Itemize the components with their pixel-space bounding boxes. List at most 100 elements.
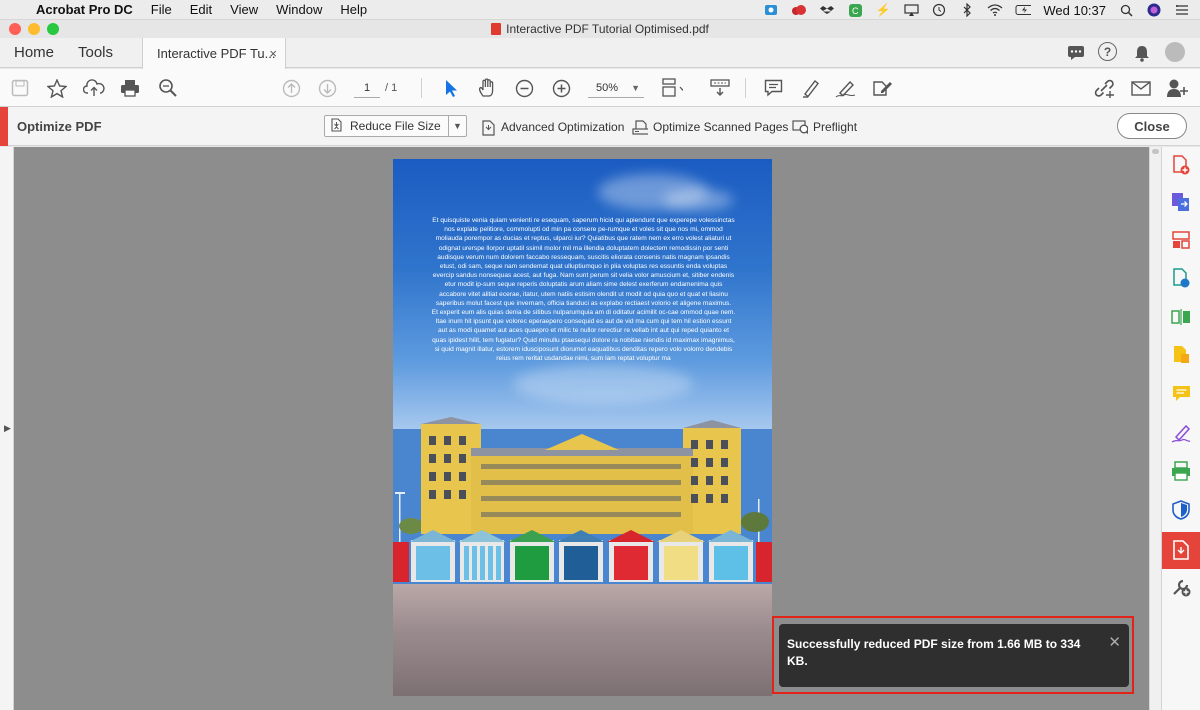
left-navigation-pane[interactable]: ▶ [0,147,14,710]
fill-sign-icon[interactable] [835,77,857,99]
time-machine-icon[interactable] [931,3,947,17]
avatar[interactable] [1165,42,1185,62]
menu-view[interactable]: View [230,2,258,17]
window-titlebar: Interactive PDF Tutorial Optimised.pdf [0,20,1200,38]
optimize-pdf-icon[interactable] [1171,540,1191,560]
expand-pane-icon[interactable]: ▶ [4,423,11,434]
combine-files-icon[interactable] [1171,345,1191,365]
macos-menubar: Acrobat Pro DC File Edit View Window Hel… [0,0,1200,20]
share-link-icon[interactable] [1093,77,1115,99]
screenshot-app-icon[interactable] [763,3,779,17]
dropbox-icon[interactable] [819,3,835,17]
next-page-icon[interactable] [316,77,338,99]
reduce-file-size-button[interactable]: Reduce File Size ▼ [324,115,467,137]
paragraph: Et quisquiste venia quiam venienti re es… [432,217,735,307]
spotlight-search-icon[interactable] [1118,3,1134,17]
previous-page-icon[interactable] [280,77,302,99]
print-icon[interactable] [119,77,141,99]
menu-help[interactable]: Help [340,2,367,17]
more-tools-icon[interactable] [1171,577,1191,597]
reduce-file-size-label: Reduce File Size [350,119,441,133]
toast-message: Successfully reduced PDF size from 1.66 … [787,637,1081,668]
advanced-optimization-icon [480,119,496,136]
bookmark-star-icon[interactable] [46,77,68,99]
enhance-scans-icon[interactable] [1171,268,1191,288]
menu-file[interactable]: File [151,2,172,17]
save-icon[interactable] [9,77,31,99]
toolbar-divider [745,78,746,98]
wifi-icon[interactable] [987,3,1003,17]
protect-shield-icon[interactable] [1171,500,1191,520]
advanced-optimization-label: Advanced Optimization [501,120,625,134]
toolbar-divider [421,78,422,98]
right-tools-panel [1161,147,1200,710]
page-body-text: Et quisquiste venia quiam venienti re es… [431,216,736,363]
menu-edit[interactable]: Edit [190,2,212,17]
organize-pages-icon[interactable] [1171,230,1191,250]
highlight-pen-icon[interactable] [800,77,822,99]
tab-close-icon[interactable]: × [269,46,277,61]
tab-document-label: Interactive PDF Tu... [157,46,276,61]
zoom-level-select[interactable]: 50% ▼ [588,78,644,98]
zoom-search-icon[interactable] [157,77,179,99]
chevron-down-icon: ▼ [631,83,640,93]
preflight-label: Preflight [813,120,858,134]
create-pdf-icon[interactable] [1171,155,1191,175]
app-menu[interactable]: Acrobat Pro DC [36,2,133,17]
scanner-icon [632,119,648,135]
pdf-file-icon [491,23,502,35]
siri-icon[interactable] [1146,3,1162,17]
preflight-button[interactable]: Preflight [792,119,857,135]
advanced-optimization-button[interactable]: Advanced Optimization [480,119,625,136]
window-minimize-button[interactable] [28,23,40,35]
menu-window[interactable]: Window [276,2,322,17]
window-close-button[interactable] [9,23,21,35]
chevron-down-icon[interactable]: ▼ [448,116,466,136]
help-icon[interactable]: ? [1098,42,1117,61]
fill-and-sign-icon[interactable] [1171,423,1191,443]
comment-tool-icon[interactable] [1171,384,1191,404]
add-user-icon[interactable] [1166,77,1188,99]
hand-tool-icon[interactable] [476,77,498,99]
comment-icon[interactable] [762,77,784,99]
airplay-icon[interactable] [903,3,919,17]
tab-home[interactable]: Home [14,44,54,61]
vertical-scrollbar[interactable] [1149,147,1161,710]
zoom-out-icon[interactable] [513,77,535,99]
tab-row: Home Tools Interactive PDF Tu... × ? [0,38,1200,69]
success-toast: Successfully reduced PDF size from 1.66 … [779,624,1129,687]
edit-pdf-icon[interactable] [871,77,893,99]
bolt-icon[interactable]: ⚡ [875,3,891,17]
preflight-icon [792,119,808,135]
print-production-icon[interactable] [1171,461,1191,481]
main-toolbar: 1 / 1 50% ▼ [0,69,1200,107]
page-number-input[interactable]: 1 [354,78,380,98]
menubar-clock[interactable]: Wed 10:37 [1043,3,1106,18]
compare-files-icon[interactable] [1171,307,1191,327]
optimize-scanned-pages-button[interactable]: Optimize Scanned Pages [632,119,788,135]
sync-app-icon[interactable]: C [847,3,863,17]
select-cursor-icon[interactable] [440,77,462,99]
scrollbar-thumb[interactable] [1152,149,1159,154]
cloud-upload-icon[interactable] [83,77,105,99]
notification-center-icon[interactable] [1174,3,1190,17]
notification-bell-icon[interactable] [1131,42,1153,64]
reduce-file-size-icon [325,117,347,135]
zoom-in-icon[interactable] [550,77,572,99]
battery-icon[interactable] [1015,3,1032,17]
bluetooth-icon[interactable] [959,3,975,17]
toast-close-icon[interactable]: ✕ [1108,634,1121,651]
tab-tools[interactable]: Tools [78,44,113,61]
tab-document[interactable]: Interactive PDF Tu... × [142,38,286,69]
close-tool-button[interactable]: Close [1117,113,1187,139]
pdf-page[interactable]: Et quisquiste venia quiam venienti re es… [393,159,772,696]
creative-cloud-icon[interactable] [791,3,807,17]
svg-text:C: C [852,6,859,16]
email-icon[interactable] [1130,77,1152,99]
window-zoom-button[interactable] [47,23,59,35]
zoom-level-value: 50% [596,82,619,94]
page-display-icon[interactable] [661,77,683,99]
scroll-mode-icon[interactable] [709,77,731,99]
export-pdf-icon[interactable] [1171,192,1191,212]
comment-bubble-icon[interactable] [1065,42,1087,64]
